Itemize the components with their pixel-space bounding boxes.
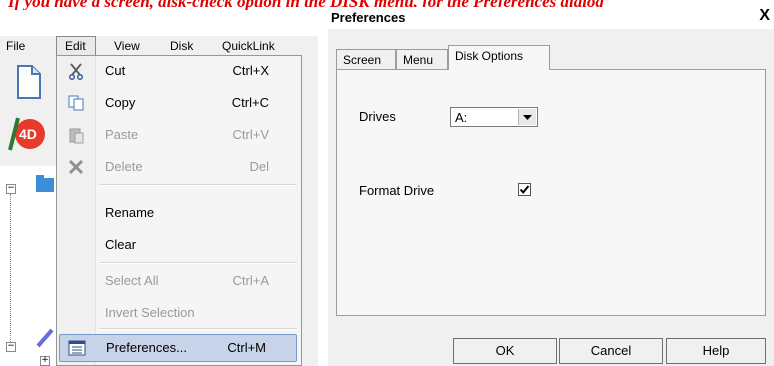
menu-separator [99,328,297,330]
scissors-icon [67,62,85,81]
menu-disk[interactable]: Disk [170,39,193,53]
menu-item-clear[interactable]: Clear [57,232,301,258]
tree-line [10,194,11,344]
drives-select[interactable]: A: [450,107,538,127]
menu-item-label: Select All [105,273,159,288]
delete-x-icon [67,158,85,176]
new-document-icon[interactable] [8,62,48,102]
menu-item-shortcut: Del [249,159,269,174]
menu-separator [99,262,297,264]
svg-text:4D: 4D [19,126,37,142]
checkmark-icon [519,185,530,194]
drives-select-value: A: [455,110,468,125]
menu-item-paste: Paste Ctrl+V [57,122,301,148]
menu-bar: File Edit View Disk QuickLink [0,36,318,56]
tree-expand-icon[interactable]: + [40,356,50,366]
cancel-button[interactable]: Cancel [559,338,663,364]
close-icon[interactable]: X [759,7,770,25]
tab-label: Screen [343,53,382,67]
menu-item-shortcut: Ctrl+C [231,95,269,110]
menu-item-rename[interactable]: Rename [57,200,301,226]
menu-item-label: Clear [105,237,137,252]
menu-item-cut[interactable]: Cut Ctrl+X [57,58,301,84]
menu-item-label: Paste [105,127,139,142]
menu-item-shortcut: Ctrl+V [232,127,269,142]
menu-item-select-all: Select All Ctrl+A [57,268,301,294]
chevron-down-icon[interactable] [518,109,536,125]
dialog-body: Screen Menu Disk Options Drives A: Forma… [328,29,774,366]
dialog-titlebar: Preferences X [328,7,774,29]
menu-item-label: Invert Selection [105,305,195,320]
menu-item-label: Preferences... [106,340,187,355]
preferences-dialog: Preferences X Screen Menu Disk Options D… [328,7,774,366]
folder-tree: − − + [0,166,60,366]
menu-view[interactable]: View [114,39,140,53]
menu-item-preferences[interactable]: Preferences... Ctrl+M [59,334,297,362]
help-button[interactable]: Help [666,338,766,364]
edit-menu-dropdown: Cut Ctrl+X Copy Ctrl+C Paste Ctrl+V Dele… [56,55,302,366]
tab-label: Menu [403,53,434,67]
menu-quicklink[interactable]: QuickLink [222,39,275,53]
tree-collapse-icon[interactable]: − [6,184,16,194]
4d-app-icon[interactable]: 4D [8,114,48,154]
disk-options-panel: Drives A: Format Drive [336,69,766,316]
menu-item-label: Delete [105,159,143,174]
copy-icon [67,94,85,112]
ok-button[interactable]: OK [453,338,557,364]
menu-separator [99,184,297,186]
tab-menu[interactable]: Menu [396,49,448,69]
dialog-button-row: OK Cancel Help [328,316,774,366]
menu-item-shortcut: Ctrl+A [232,273,269,288]
menu-item-shortcut: Ctrl+X [232,63,269,78]
preferences-icon [68,339,86,357]
paste-icon [67,126,85,144]
menu-edit[interactable]: Edit [56,36,96,56]
dialog-title: Preferences [331,10,406,25]
brush-icon [34,326,56,348]
menu-item-copy[interactable]: Copy Ctrl+C [57,90,301,116]
drives-label: Drives [359,109,396,124]
format-drive-checkbox[interactable] [518,183,531,196]
menu-file[interactable]: File [6,39,25,53]
tab-disk-options[interactable]: Disk Options [448,45,550,70]
tab-screen[interactable]: Screen [336,49,396,69]
menu-item-shortcut: Ctrl+M [227,340,266,355]
folder-icon[interactable] [34,172,56,194]
menu-item-delete: Delete Del [57,154,301,180]
menu-item-invert-selection: Invert Selection [57,300,301,326]
menu-item-label: Rename [105,205,155,220]
format-drive-label: Format Drive [359,183,435,198]
menu-item-label: Copy [105,95,136,110]
tab-label: Disk Options [455,49,524,63]
menu-item-label: Cut [105,63,126,78]
tree-collapse-icon-2[interactable]: − [6,342,16,352]
menu-edit-label: Edit [65,39,86,53]
